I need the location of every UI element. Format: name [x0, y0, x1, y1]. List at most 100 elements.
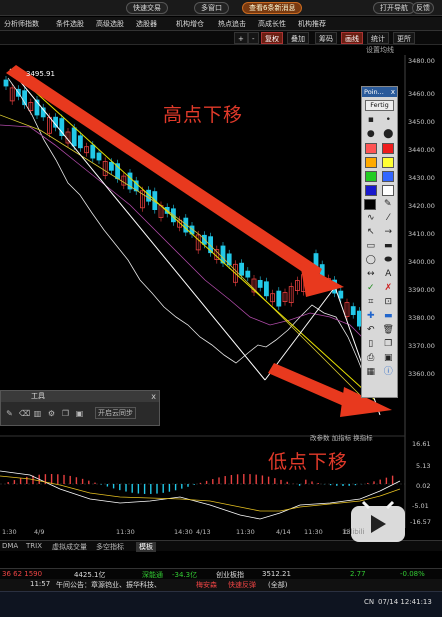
line-arrow-icon[interactable]: → [381, 226, 395, 238]
y-tick: 3370.00 [408, 342, 435, 350]
menu-item[interactable]: 高级选股 [96, 19, 124, 29]
rectangle-icon[interactable]: ▭ [364, 240, 378, 252]
fertig-button[interactable]: Fertig [365, 100, 394, 111]
close-icon[interactable]: x [151, 391, 156, 402]
cloud-sync-button[interactable]: 开启云同步 [95, 407, 136, 419]
undo-icon[interactable]: ↶ [364, 324, 378, 336]
x-tick: 4/13 [196, 528, 211, 536]
x-tick: 11:30 [236, 528, 255, 536]
zoom-out-button[interactable]: - [248, 32, 259, 44]
tool-window-title-bar[interactable]: 工具 x [1, 391, 159, 402]
zoom-icon[interactable]: ⊡ [381, 296, 395, 308]
news-headline[interactable]: 午间公告：章源钨业、振华科技、 [56, 580, 161, 590]
ma-line-magenta [0, 124, 371, 346]
filled-ellipse-icon[interactable]: ⬬ [381, 254, 395, 266]
pointer-icon[interactable]: ▪ [364, 114, 378, 126]
print-icon[interactable]: ⎙ [364, 352, 378, 364]
news-time: 11:57 [30, 580, 51, 588]
color-swatch-orange[interactable] [364, 156, 377, 168]
check-icon[interactable]: ✓ [364, 282, 378, 294]
video-play-icon [349, 500, 409, 544]
menu-item[interactable]: 条件选股 [56, 19, 84, 29]
tab-template[interactable]: 模板 [136, 542, 156, 552]
dea-line [0, 475, 401, 512]
save-icon[interactable]: ▣ [381, 352, 395, 364]
curve-icon[interactable]: ∿ [364, 212, 378, 224]
pen-icon[interactable]: ✎ [381, 198, 395, 210]
tab-virtual-volume[interactable]: 虚拟成交量 [52, 542, 87, 552]
color-swatch-red-light[interactable] [364, 142, 377, 154]
dot-large-icon[interactable]: ⬤ [381, 128, 395, 140]
tab-dma[interactable]: DMA [2, 542, 18, 550]
menu-item[interactable]: 热点追击 [218, 19, 246, 29]
close-icon[interactable]: x [391, 87, 395, 97]
image-icon[interactable]: ▣ [75, 409, 84, 418]
settings-ma-label[interactable]: 设置均线 [366, 45, 394, 55]
news-tag-all[interactable]: (全部) [268, 580, 287, 590]
x-tick: 1:30 [2, 528, 17, 536]
new-page-icon[interactable]: ▯ [364, 338, 378, 350]
menu-item[interactable]: 选股器 [136, 19, 157, 29]
restore-dropdown[interactable]: 复权 [261, 32, 283, 44]
crop-icon[interactable]: ⌗ [364, 296, 378, 308]
x-tick: 4/9 [34, 528, 45, 536]
y-tick: 3410.00 [408, 230, 435, 238]
chart-toolbar: + - 复权 叠加 筹码 画线 统计 更所 [0, 31, 442, 45]
menu-item[interactable]: 机构增仓 [176, 19, 204, 29]
more-button[interactable]: 更所 [393, 32, 415, 44]
copy-icon[interactable]: ❐ [381, 338, 395, 350]
zoom-in-button[interactable]: + [234, 32, 248, 44]
delete-icon[interactable]: ⌫ [19, 409, 30, 418]
minus-icon[interactable]: ▬ [381, 310, 395, 322]
lang-indicator[interactable]: CN [364, 598, 374, 606]
dot-medium-icon[interactable]: ● [364, 128, 378, 140]
tool-window[interactable]: 工具 x ✎ ⌫ ▥ ⚙ ❐ ▣ 开启云同步 [0, 390, 160, 426]
palette-title: Poin... [364, 88, 384, 96]
text-icon[interactable]: A [381, 268, 395, 280]
marker-icon[interactable]: ⁄ [381, 212, 395, 224]
draw-line-button[interactable]: 画线 [341, 32, 363, 44]
color-swatch-white[interactable] [382, 184, 395, 196]
overlay-dropdown[interactable]: 叠加 [287, 32, 309, 44]
news-tag-stock[interactable]: 梅安森 [196, 580, 217, 590]
menu-bar: 分析师指数 条件选股 高级选股 选股器 机构增仓 热点追击 高成长性 机构推荐 [0, 17, 442, 31]
color-swatch-yellow[interactable] [382, 156, 395, 168]
color-swatch-blue[interactable] [382, 170, 395, 182]
news-tip-button[interactable]: 查看6条新消息 [242, 2, 303, 14]
color-swatch-navy[interactable] [364, 184, 377, 196]
trash-icon[interactable]: 🗑 [381, 324, 395, 336]
cross-icon[interactable]: ✗ [381, 282, 395, 294]
high-price-label: 3495.91 [26, 70, 55, 78]
copy-icon[interactable]: ❐ [61, 409, 70, 418]
ind-tick: 0.02 [416, 482, 431, 490]
menu-item[interactable]: 分析师指数 [4, 19, 39, 29]
palette-title-bar[interactable]: Poin... x [362, 87, 397, 97]
cursor-icon[interactable]: ↖ [364, 226, 378, 238]
color-swatch-black[interactable] [364, 198, 377, 210]
settings-icon[interactable]: ⚙ [47, 409, 56, 418]
quick-trade-button[interactable]: 快速交易 [126, 2, 168, 14]
info-icon[interactable]: ⓘ [381, 366, 395, 378]
double-arrow-icon[interactable]: ↔ [364, 268, 378, 280]
news-tag-rebound[interactable]: 快速反弹 [228, 580, 256, 590]
color-swatch-green[interactable] [364, 170, 377, 182]
menu-item[interactable]: 机构推荐 [298, 19, 326, 29]
screenshot-icon[interactable]: ▦ [364, 366, 378, 378]
drawing-palette[interactable]: Poin... x Fertig ▪ • ● ⬤ ✎ ∿ ⁄ ↖ → ▭ ▬ ◯ ⬬ ↔ A … [361, 86, 398, 398]
multi-window-button[interactable]: 多窗口 [194, 2, 229, 14]
dot-small-icon[interactable]: • [381, 114, 395, 126]
feedback-button[interactable]: 反馈 [412, 2, 434, 14]
ellipse-icon[interactable]: ◯ [364, 254, 378, 266]
menu-item[interactable]: 高成长性 [258, 19, 286, 29]
pen-icon[interactable]: ✎ [5, 409, 14, 418]
color-swatch-red[interactable] [382, 142, 395, 154]
filled-rect-icon[interactable]: ▬ [381, 240, 395, 252]
trash-icon[interactable]: ▥ [33, 409, 42, 418]
plus-icon[interactable]: ✚ [364, 310, 378, 322]
stats-button[interactable]: 统计 [367, 32, 389, 44]
open-nav-button[interactable]: 打开导航 [373, 2, 415, 14]
tab-trix[interactable]: TRIX [26, 542, 42, 550]
chip-button[interactable]: 筹码 [315, 32, 337, 44]
tab-bull-bear[interactable]: 多空指标 [96, 542, 124, 552]
ticker-left: 36 62 1590 [2, 570, 43, 578]
